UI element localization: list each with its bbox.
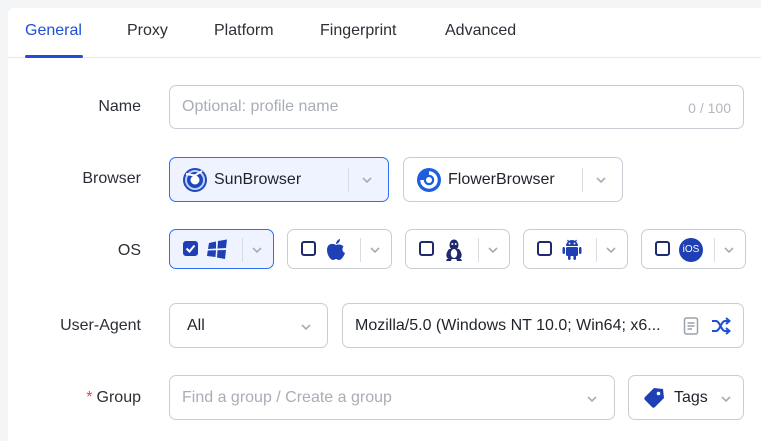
user-agent-filter-select[interactable]: All: [169, 303, 328, 348]
os-option-linux[interactable]: [405, 229, 510, 269]
tab-bar: General Proxy Platform Fingerprint Advan…: [8, 8, 761, 58]
user-agent-filter-value: All: [187, 317, 205, 334]
group-select[interactable]: Find a group / Create a group: [169, 375, 615, 420]
windows-checkbox[interactable]: [183, 241, 198, 256]
flowerbrowser-logo-icon: [417, 168, 441, 192]
browser-option-sunbrowser[interactable]: SunBrowser: [169, 157, 389, 202]
tab-proxy[interactable]: Proxy: [127, 22, 168, 40]
browser-label: Browser: [82, 170, 141, 187]
tags-label: Tags: [674, 389, 708, 406]
user-agent-label: User-Agent: [60, 317, 141, 334]
chevron-down-icon[interactable]: [299, 320, 313, 334]
ios-checkbox[interactable]: [655, 241, 670, 256]
chevron-down-icon[interactable]: [604, 243, 618, 257]
tab-fingerprint[interactable]: Fingerprint: [320, 22, 396, 40]
chevron-down-icon[interactable]: [486, 243, 500, 257]
user-agent-input[interactable]: Mozilla/5.0 (Windows NT 10.0; Win64; x6.…: [342, 303, 744, 348]
group-placeholder: Find a group / Create a group: [182, 389, 392, 406]
tab-general[interactable]: General: [25, 22, 82, 40]
name-placeholder: Optional: profile name: [182, 98, 339, 115]
profile-panel: General Proxy Platform Fingerprint Advan…: [8, 8, 761, 441]
tag-icon: [644, 388, 664, 408]
tags-select[interactable]: Tags: [628, 375, 744, 420]
os-option-windows[interactable]: [169, 229, 274, 269]
android-icon: [562, 239, 582, 260]
os-option-macos[interactable]: [287, 229, 392, 269]
apple-icon: [327, 239, 345, 260]
flowerbrowser-label: FlowerBrowser: [448, 171, 555, 188]
android-checkbox[interactable]: [537, 241, 552, 256]
name-label: Name: [98, 98, 141, 115]
chevron-down-icon[interactable]: [722, 243, 736, 257]
group-label: * Group: [86, 389, 141, 406]
shuffle-icon[interactable]: [711, 317, 731, 335]
name-char-counter: 0 / 100: [688, 100, 731, 116]
os-option-android[interactable]: [523, 229, 628, 269]
chevron-down-icon[interactable]: [368, 243, 382, 257]
required-mark: *: [86, 389, 93, 406]
chevron-down-icon[interactable]: [719, 392, 733, 406]
macos-checkbox[interactable]: [301, 241, 316, 256]
active-tab-indicator: [25, 55, 83, 58]
os-option-ios[interactable]: iOS: [641, 229, 746, 269]
chevron-down-icon[interactable]: [585, 392, 599, 406]
chevron-down-icon[interactable]: [250, 243, 264, 257]
linux-checkbox[interactable]: [419, 241, 434, 256]
user-agent-value: Mozilla/5.0 (Windows NT 10.0; Win64; x6.…: [355, 317, 661, 334]
sunbrowser-label: SunBrowser: [214, 171, 302, 188]
chevron-down-icon[interactable]: [594, 173, 608, 187]
linux-icon: [446, 239, 462, 261]
browser-option-flowerbrowser[interactable]: FlowerBrowser: [403, 157, 623, 202]
windows-icon: [207, 239, 227, 259]
chevron-down-icon[interactable]: [360, 173, 374, 187]
sunbrowser-logo-icon: [183, 168, 207, 192]
ios-icon: iOS: [679, 238, 703, 262]
document-icon[interactable]: [683, 317, 699, 335]
tab-advanced[interactable]: Advanced: [445, 22, 516, 40]
os-label: OS: [117, 242, 141, 259]
tab-platform[interactable]: Platform: [214, 22, 274, 40]
name-input[interactable]: Optional: profile name 0 / 100: [169, 85, 744, 129]
